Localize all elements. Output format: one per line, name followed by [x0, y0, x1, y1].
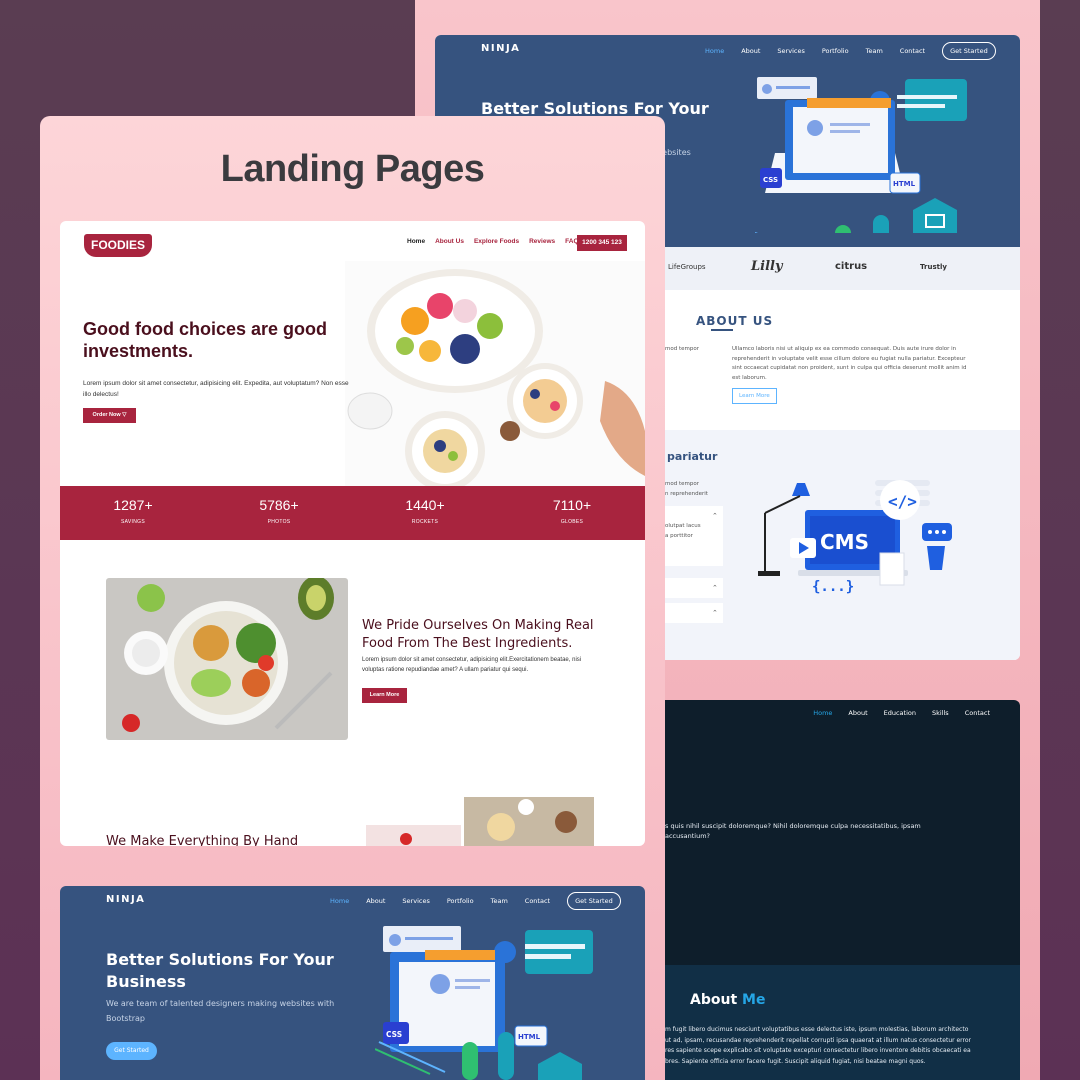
stat-value: 7110+: [552, 497, 592, 513]
nav-portfolio[interactable]: Portfolio: [822, 47, 849, 55]
stat-item: 7110+ GLOBES: [532, 497, 612, 525]
nav-services[interactable]: Services: [402, 897, 429, 905]
get-started-button[interactable]: Get Started: [567, 892, 621, 910]
chevron-up-icon[interactable]: ⌃: [712, 584, 718, 592]
faq-text-2: n reprehenderit: [665, 491, 708, 497]
about-heading-word: About: [690, 992, 738, 1008]
chevron-up-icon[interactable]: ⌃: [712, 512, 718, 520]
nav-home[interactable]: Home: [330, 897, 349, 905]
stat-value: 5786+: [259, 497, 299, 513]
about-me-text: m fugit libero ducimus nesciunt voluptat…: [665, 1026, 972, 1065]
svg-text:HTML: HTML: [893, 180, 916, 188]
svg-text:CSS: CSS: [386, 1030, 402, 1039]
ninja-preview-bottom[interactable]: NINJA Home About Services Portfolio Team…: [60, 886, 645, 1080]
ninja-logo[interactable]: NINJA: [481, 43, 520, 54]
salad-bowl-image: [106, 578, 348, 740]
stat-label: ROCKETS: [411, 519, 439, 525]
ninja-nav: Home About Services Portfolio Team Conta…: [330, 892, 621, 910]
phone-button[interactable]: 1200 345 123: [577, 235, 627, 251]
section-heading: We Pride Ourselves On Making Real Food F…: [362, 618, 594, 651]
svg-text:HTML: HTML: [518, 1033, 541, 1041]
nav-portfolio[interactable]: Portfolio: [447, 897, 474, 905]
section-heading: We Make Everything By Hand: [106, 834, 299, 846]
nav-team[interactable]: Team: [866, 47, 883, 55]
nav-team[interactable]: Team: [491, 897, 508, 905]
foodies-nav: Home About Us Explore Foods Reviews FAQ: [407, 238, 579, 245]
learn-more-button[interactable]: Learn More: [362, 688, 407, 703]
nav-about[interactable]: About: [741, 47, 760, 55]
nav-about[interactable]: About: [366, 897, 385, 905]
faq-item-collapsed-2[interactable]: ⌃: [665, 603, 723, 623]
page-title: Landing Pages: [220, 148, 485, 190]
foodies-hero-heading: Good food choices are good investments.: [83, 319, 328, 361]
order-now-button[interactable]: Order Now ▽: [83, 408, 136, 423]
stat-item: 5786+ PHOTOS: [239, 497, 319, 525]
faq-item-text: olutpat lacus a porttitor: [665, 523, 701, 539]
foodies-preview[interactable]: FOODIES Home About Us Explore Foods Revi…: [60, 221, 645, 846]
nav-services[interactable]: Services: [777, 47, 804, 55]
faq-text-1: mod tempor: [665, 481, 699, 487]
nav-about-us[interactable]: About Us: [435, 238, 464, 245]
cms-illustration: CMS </> {...}: [758, 480, 952, 595]
stat-item: 1287+ SAVINGS: [93, 497, 173, 525]
svg-text:{...}: {...}: [812, 579, 854, 595]
stat-value: 1440+: [405, 497, 445, 513]
faq-item-open[interactable]: olutpat lacus a porttitor ⌃: [665, 506, 723, 566]
svg-text:CMS: CMS: [820, 530, 869, 554]
hero-get-started-button[interactable]: Get Started: [106, 1042, 157, 1060]
portfolio-intro-text: s quis nihil suscipit doloremque? Nihil …: [665, 822, 921, 840]
web-dev-illustration: CSS HTML: [375, 926, 593, 1080]
stat-item: 1440+ ROCKETS: [385, 497, 465, 525]
chevron-up-icon[interactable]: ⌃: [712, 609, 718, 617]
nav-reviews[interactable]: Reviews: [529, 238, 555, 245]
order-now-label: Order Now: [92, 412, 121, 418]
about-heading-highlight: Me: [742, 992, 766, 1008]
nav-about[interactable]: About: [848, 709, 867, 717]
nav-home[interactable]: Home: [407, 238, 425, 245]
hero-subtitle: We are team of talented designers making…: [106, 999, 335, 1023]
svg-text:</>: </>: [888, 492, 917, 511]
about-underline: [711, 329, 733, 331]
handmade-food-images: [366, 797, 594, 846]
portfolio-nav: Home About Education Skills Contact: [813, 709, 990, 717]
about-me-heading: About Me: [690, 992, 765, 1008]
nav-education[interactable]: Education: [884, 709, 916, 717]
nav-contact[interactable]: Contact: [965, 709, 990, 717]
hero-food-image: [345, 261, 645, 486]
nav-home[interactable]: Home: [813, 709, 832, 717]
stat-label: PHOTOS: [267, 519, 291, 525]
nav-contact[interactable]: Contact: [900, 47, 925, 55]
basket-icon: ▽: [122, 412, 127, 418]
section-text: Lorem ipsum dolor sit amet consectetur, …: [362, 657, 582, 673]
svg-text:CSS: CSS: [763, 176, 778, 184]
web-dev-illustration: CSS HTML: [755, 77, 967, 233]
partner-logo-lifegroups: LifeGroups: [668, 263, 706, 271]
stat-value: 1287+: [113, 497, 153, 513]
nav-explore-foods[interactable]: Explore Foods: [474, 238, 519, 245]
about-heading: ABOUT US: [696, 314, 774, 328]
faq-heading: pariatur: [667, 450, 718, 463]
nav-skills[interactable]: Skills: [932, 709, 949, 717]
ninja-nav: Home About Services Portfolio Team Conta…: [705, 42, 996, 60]
stat-label: GLOBES: [560, 519, 584, 525]
stat-label: SAVINGS: [121, 519, 145, 525]
nav-home[interactable]: Home: [705, 47, 724, 55]
about-left-text: mod tempor: [665, 346, 699, 352]
nav-contact[interactable]: Contact: [525, 897, 550, 905]
foodies-logo[interactable]: FOODIES: [84, 234, 152, 257]
about-right-text: Ullamco laboris nisi ut aliquip ex ea co…: [732, 346, 967, 381]
partner-logo-trustly: Trustly: [920, 263, 947, 271]
get-started-button[interactable]: Get Started: [942, 42, 996, 60]
about-learn-more-button[interactable]: Learn More: [732, 388, 777, 404]
foodies-hero-text: Lorem ipsum dolor sit amet consectetur, …: [83, 380, 349, 398]
faq-item-collapsed-1[interactable]: ⌃: [665, 578, 723, 598]
partner-logo-lilly: Lilly: [751, 259, 783, 274]
hero-heading: Better Solutions For Your Business: [106, 950, 334, 991]
stats-bar: 1287+ SAVINGS 5786+ PHOTOS 1440+ ROCKETS…: [60, 486, 645, 540]
partner-logo-citrus: citrus: [835, 261, 868, 272]
ninja-logo[interactable]: NINJA: [106, 894, 145, 905]
